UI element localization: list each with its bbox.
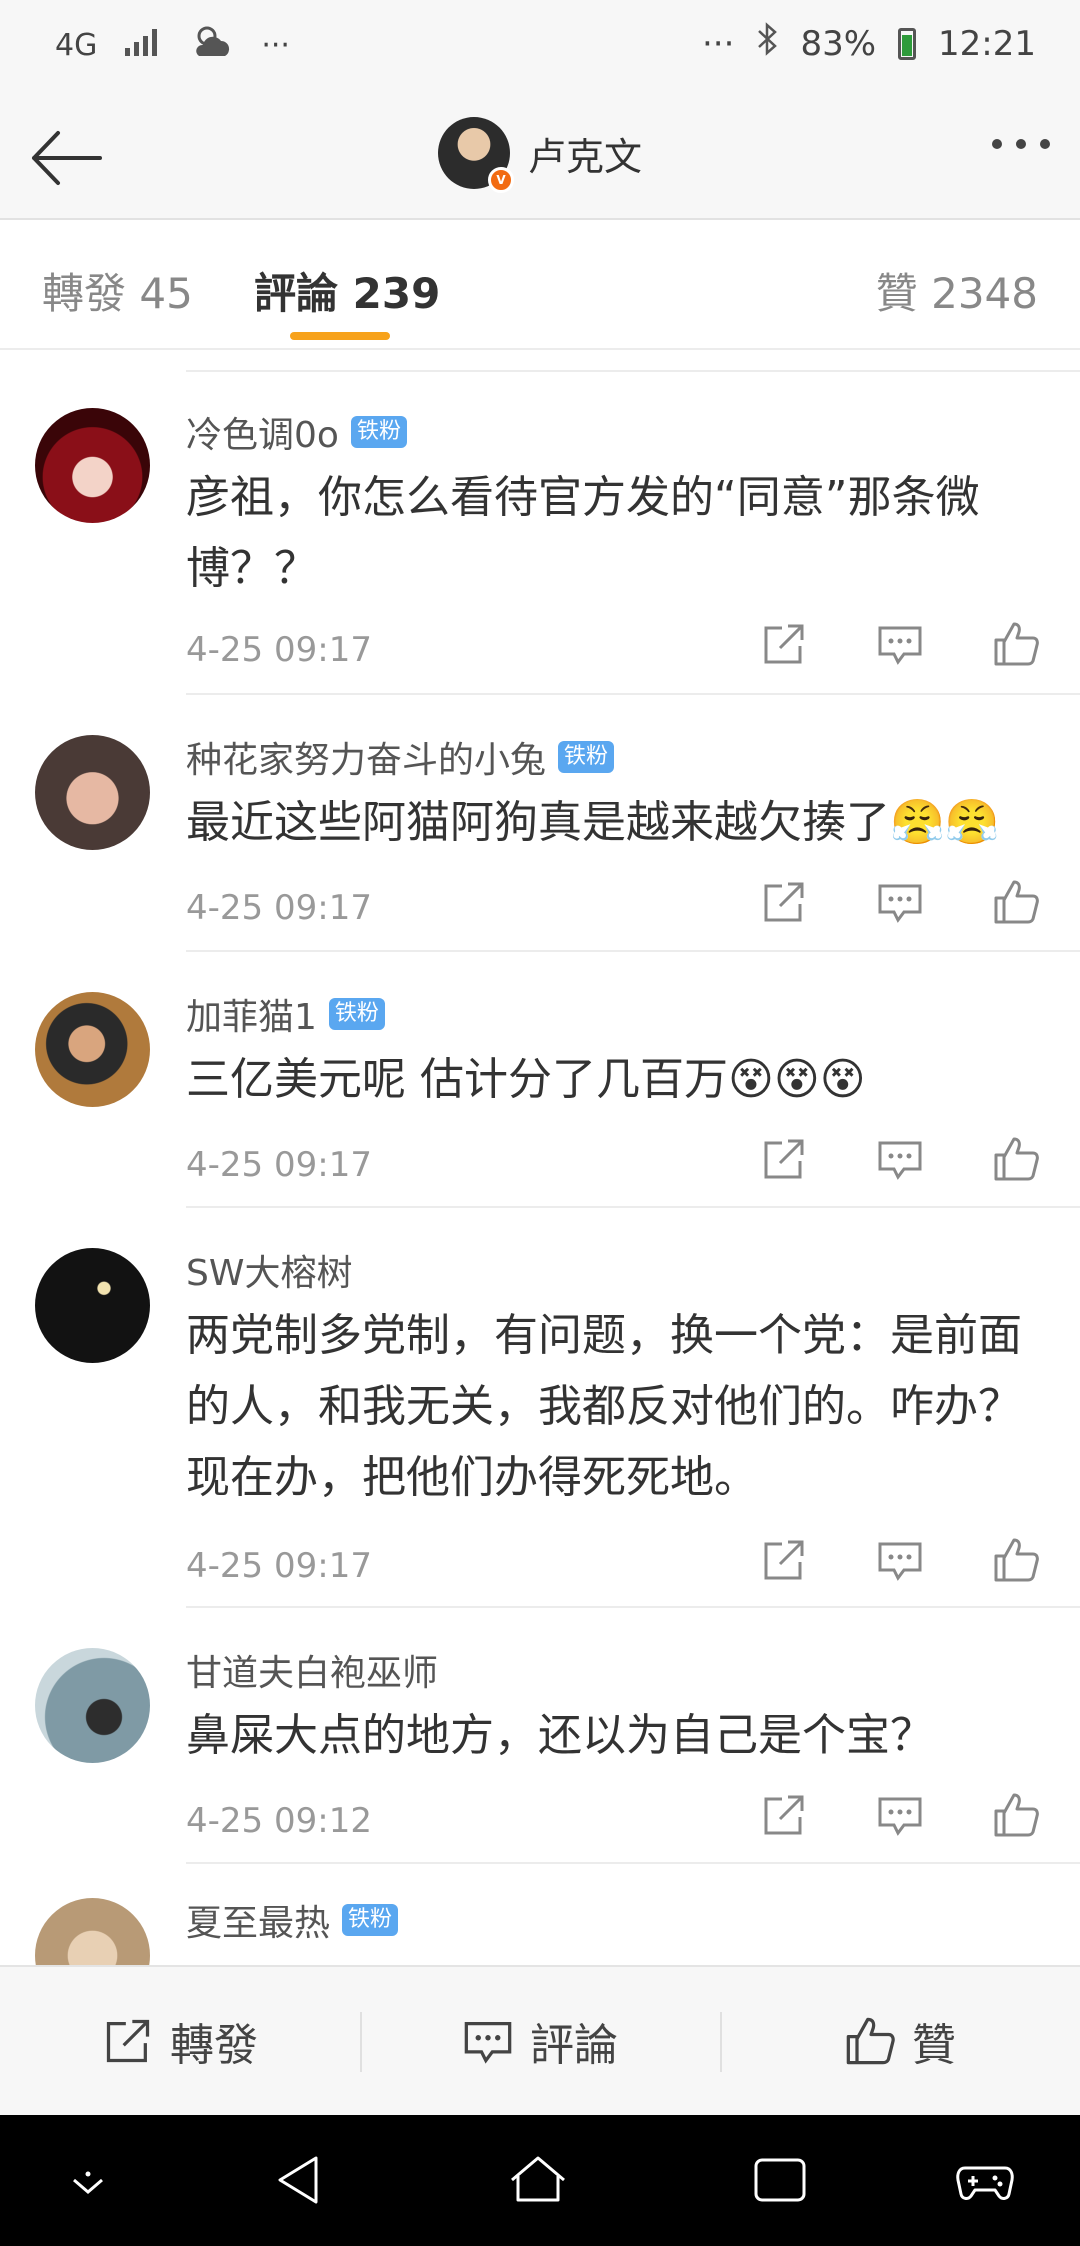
- repost-icon[interactable]: [760, 1536, 808, 1584]
- comment-text: 彦祖，你怎么看待官方发的“同意”那条微博？？: [186, 472, 980, 594]
- comment-time: 4-25 09:12: [186, 1801, 372, 1841]
- clock: 12:21: [938, 23, 1036, 64]
- repost-icon[interactable]: [760, 878, 808, 926]
- fan-badge: 铁粉: [350, 416, 407, 448]
- nav-username: 卢克文: [528, 134, 643, 179]
- battery-icon: [898, 27, 917, 60]
- comment-text: 两党制多党制，有问题，换一个党：是前面的人，和我无关，我都反对他们的。咋办？现在…: [186, 1310, 1022, 1503]
- like-button[interactable]: 贊: [720, 1967, 1080, 2115]
- comment-author[interactable]: 夏至最热: [186, 1894, 330, 1946]
- comment-icon: [464, 2022, 512, 2064]
- verified-badge: V: [488, 167, 514, 193]
- bottom-action-bar: 轉發 評論 贊: [0, 1965, 1080, 2115]
- like-icon: [846, 2017, 895, 2065]
- comment-author[interactable]: 种花家努力奋斗的小兔: [186, 731, 546, 783]
- comment-text: 最近这些阿猫阿狗真是越来越欠揍了😤😤: [186, 797, 1000, 848]
- like-icon[interactable]: [992, 620, 1040, 668]
- avatar[interactable]: [35, 1648, 150, 1763]
- status-bar: 4G ··· ··· 83% 12:21: [0, 0, 1080, 95]
- comment-button[interactable]: 評論: [360, 1967, 720, 2115]
- fan-badge: 铁粉: [342, 1904, 399, 1936]
- battery-percent: 83%: [800, 23, 877, 64]
- comment-icon[interactable]: [876, 620, 924, 668]
- status-dots: ···: [261, 27, 290, 63]
- comment-author[interactable]: 甘道夫白袍巫师: [186, 1644, 438, 1696]
- system-nav-bar: [0, 2115, 1080, 2246]
- comment-text: 鼻屎大点的地方，还以为自己是个宝？: [186, 1710, 934, 1761]
- comment-icon[interactable]: [876, 1135, 924, 1183]
- avatar[interactable]: [35, 1898, 150, 1965]
- tab-likes[interactable]: 贊 2348: [876, 260, 1038, 321]
- avatar[interactable]: V: [438, 117, 514, 193]
- back-button[interactable]: [28, 123, 108, 193]
- repost-icon[interactable]: [760, 1791, 808, 1839]
- signal-icon: [123, 26, 163, 64]
- comment-icon[interactable]: [876, 1536, 924, 1584]
- weather-icon: [189, 22, 235, 68]
- recents-icon[interactable]: [750, 2150, 810, 2210]
- comment-item: 冷色调0o 铁粉 彦祖，你怎么看待官方发的“同意”那条微博？？ 4-25 09:…: [0, 350, 1080, 670]
- network-indicator: 4G: [55, 27, 98, 63]
- home-icon[interactable]: [508, 2150, 568, 2210]
- repost-button[interactable]: 轉發: [0, 1967, 360, 2115]
- avatar[interactable]: [35, 992, 150, 1107]
- comment-item: 甘道夫白袍巫师 鼻屎大点的地方，还以为自己是个宝？ 4-25 09:12: [0, 1606, 1080, 1862]
- comment-item: SW大榕树 两党制多党制，有问题，换一个党：是前面的人，和我无关，我都反对他们的…: [0, 1206, 1080, 1606]
- tab-repost[interactable]: 轉發 45: [42, 260, 193, 321]
- bluetooth-icon: [756, 22, 778, 65]
- comment-item: 夏至最热 铁粉: [0, 1862, 1080, 1965]
- like-icon[interactable]: [992, 1791, 1040, 1839]
- repost-icon[interactable]: [760, 620, 808, 668]
- comment-time: 4-25 09:17: [186, 1145, 372, 1185]
- fan-badge: 铁粉: [558, 741, 615, 773]
- comment-icon[interactable]: [876, 1791, 924, 1839]
- comment-item: 种花家努力奋斗的小兔 铁粉 最近这些阿猫阿狗真是越来越欠揍了😤😤 4-25 09…: [0, 693, 1080, 950]
- fan-badge: 铁粉: [328, 998, 385, 1030]
- arrow-left-icon: [32, 131, 102, 185]
- avatar[interactable]: [35, 735, 150, 850]
- comment-author[interactable]: 冷色调0o: [186, 406, 339, 458]
- more-icon[interactable]: [992, 139, 1050, 149]
- comment-list: 冷色调0o 铁粉 彦祖，你怎么看待官方发的“同意”那条微博？？ 4-25 09:…: [0, 350, 1080, 1965]
- like-icon[interactable]: [992, 1536, 1040, 1584]
- comment-icon[interactable]: [876, 878, 924, 926]
- chevron-down-icon[interactable]: [58, 2150, 118, 2210]
- comment-label: 評論: [530, 2020, 618, 2071]
- repost-label: 轉發: [170, 2020, 258, 2071]
- tab-indicator: [290, 332, 390, 340]
- comment-item: 加菲猫1 铁粉 三亿美元呢 估计分了几百万😵😵😵 4-25 09:17: [0, 950, 1080, 1206]
- back-triangle-icon[interactable]: [270, 2150, 330, 2210]
- like-icon[interactable]: [992, 878, 1040, 926]
- comment-author[interactable]: 加菲猫1: [186, 988, 317, 1040]
- comment-author[interactable]: SW大榕树: [186, 1244, 352, 1296]
- avatar[interactable]: [35, 1248, 150, 1363]
- comment-time: 4-25 09:17: [186, 888, 372, 928]
- status-dots-right: ···: [702, 23, 735, 64]
- top-nav: V 卢克文: [0, 95, 1080, 220]
- comment-text: 三亿美元呢 估计分了几百万😵😵😵: [186, 1054, 866, 1105]
- like-icon[interactable]: [992, 1135, 1040, 1183]
- nav-user[interactable]: V 卢克文: [438, 117, 643, 193]
- repost-icon: [106, 2019, 150, 2063]
- comment-time: 4-25 09:17: [186, 630, 372, 670]
- tab-comments[interactable]: 評論 239: [254, 260, 440, 321]
- tab-bar: 轉發 45 評論 239 贊 2348: [0, 220, 1080, 350]
- repost-icon[interactable]: [760, 1135, 808, 1183]
- comment-time: 4-25 09:17: [186, 1546, 372, 1586]
- like-label: 贊: [912, 2020, 956, 2071]
- avatar[interactable]: [35, 408, 150, 523]
- gamepad-icon[interactable]: [955, 2150, 1015, 2210]
